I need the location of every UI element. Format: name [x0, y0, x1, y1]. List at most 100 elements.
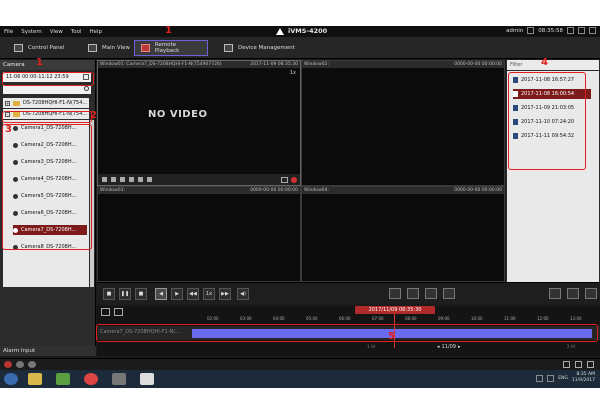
fast-button[interactable]: ▶▶: [219, 288, 231, 300]
control-panel-button[interactable]: Control Panel: [8, 40, 70, 56]
app-title: iVMS-4200: [288, 27, 328, 35]
video-window-2[interactable]: Window02: 0000-00-00 00:00:00: [301, 60, 505, 186]
timeline-sync-icon[interactable]: [101, 308, 110, 316]
video-window-1[interactable]: Window01: Camera7_DS-7208HQHI-F1-N(75490…: [97, 60, 301, 186]
more-button[interactable]: [585, 288, 597, 299]
tick-label: 05:00: [306, 316, 318, 321]
camera-search-input[interactable]: [3, 85, 91, 94]
slow-button[interactable]: ◀◀: [187, 288, 199, 300]
sound-icon[interactable]: [16, 361, 24, 368]
close-icon[interactable]: [589, 27, 596, 34]
device-management-button[interactable]: Device Management: [218, 40, 301, 56]
annotation-box-timeline: [96, 324, 598, 342]
chrome-icon[interactable]: [84, 373, 98, 385]
timeline-zoom[interactable]: ◂ 11/09 ▸: [437, 344, 460, 350]
window-controls: [98, 174, 300, 185]
tick-label: 07:00: [372, 316, 384, 321]
zoom-out-icon[interactable]: ◂: [437, 344, 440, 350]
tick-label: 04:00: [273, 316, 285, 321]
record-icon[interactable]: [291, 177, 297, 183]
hikvision-logo-icon: [276, 28, 284, 35]
fullscreen-button[interactable]: [549, 288, 561, 299]
volume-button[interactable]: ◀): [237, 288, 249, 300]
menu-system[interactable]: System: [17, 29, 46, 35]
menu-tool[interactable]: Tool: [67, 29, 86, 35]
window-label: Window04:: [304, 188, 329, 193]
zoom-date: 11/09: [441, 344, 456, 350]
event-icon[interactable]: [28, 361, 36, 368]
zoom-in-icon[interactable]: ▸: [458, 344, 461, 350]
playback-icon: [141, 44, 150, 52]
pause-icon[interactable]: [111, 177, 116, 182]
window-time: 0000-00-00 00:00:00: [454, 62, 502, 67]
expand-icon[interactable]: [575, 361, 582, 368]
annotation-box-device: [2, 111, 92, 123]
remote-playback-button[interactable]: Remote Playback: [134, 40, 208, 56]
collapse-icon[interactable]: [587, 361, 594, 368]
keyboard-icon[interactable]: [536, 374, 544, 382]
menu-help[interactable]: Help: [85, 29, 106, 35]
stop-all-button[interactable]: ■: [135, 288, 147, 300]
window-header: Window04: 0000-00-00 00:00:00: [302, 187, 504, 194]
stop-icon[interactable]: [102, 177, 107, 182]
download-button[interactable]: [425, 288, 437, 299]
language-indicator[interactable]: ENG: [558, 376, 568, 381]
start-icon[interactable]: [4, 373, 18, 385]
window-layout-button[interactable]: [567, 288, 579, 299]
folder-icon: [13, 100, 20, 106]
alarm-icon[interactable]: [4, 361, 12, 368]
tick-label: 09:00: [438, 316, 450, 321]
device-icon: [224, 44, 233, 52]
expand-icon[interactable]: +: [5, 100, 10, 106]
tools-icon[interactable]: [112, 373, 126, 385]
monitor-icon: [88, 44, 97, 52]
taskbar-clock[interactable]: 8:35 AM 11/9/2017: [572, 372, 595, 384]
pin-icon[interactable]: [563, 361, 570, 368]
clip-button[interactable]: [443, 288, 455, 299]
forward-icon[interactable]: [138, 177, 143, 182]
status-bar: [0, 358, 600, 370]
lock-icon[interactable]: [527, 27, 535, 34]
status-right: [563, 361, 594, 368]
annotation-box-date: [2, 72, 94, 86]
app-icon[interactable]: [56, 373, 70, 385]
network-icon[interactable]: [547, 374, 555, 382]
annotation-number: 4: [541, 57, 548, 68]
device-tree-item[interactable]: + DS-7208HQHI-F1-N(754...: [3, 98, 89, 108]
annotation-box-cameras: [2, 124, 92, 250]
video-window-4[interactable]: Window04: 0000-00-00 00:00:00: [301, 186, 505, 282]
rewind-icon[interactable]: [129, 177, 134, 182]
menu-file[interactable]: File: [0, 29, 17, 35]
main-view-button[interactable]: Main View: [82, 40, 136, 56]
user-name[interactable]: admin: [506, 28, 523, 34]
filter-input[interactable]: Filter: [507, 60, 599, 70]
window-header: Window01: Camera7_DS-7208HQHI-F1-N(75490…: [98, 61, 300, 68]
timeline-expand-icon[interactable]: [114, 308, 123, 316]
module-toolbar: Control Panel Main View Remote Playback …: [0, 37, 600, 59]
menu-view[interactable]: View: [46, 29, 67, 35]
frame-icon[interactable]: [120, 177, 125, 182]
search-icon[interactable]: [84, 86, 89, 91]
remote-playback-label: Remote Playback: [154, 42, 180, 54]
layout-button[interactable]: [407, 288, 419, 299]
capture-icon[interactable]: [281, 177, 288, 183]
capture-button[interactable]: [389, 288, 401, 299]
maximize-icon[interactable]: [578, 27, 585, 34]
ivms-taskbar-icon[interactable]: [140, 373, 154, 385]
volume-icon[interactable]: [147, 177, 152, 182]
speed-indicator: 1x: [289, 70, 296, 76]
frame-forward-button[interactable]: ▶: [171, 288, 183, 300]
tick-label: 11:00: [504, 316, 516, 321]
menu-bar: File System View Tool Help iVMS-4200 adm…: [0, 26, 600, 37]
reverse-button[interactable]: ◀: [155, 288, 167, 300]
speed-button[interactable]: 1x: [203, 288, 215, 300]
minimize-icon[interactable]: [567, 27, 574, 34]
timeline-ticks: 02:00 03:00 04:00 05:00 06:00 07:00 08:0…: [97, 316, 600, 324]
no-video-text: NO VIDEO: [148, 109, 208, 120]
pause-button[interactable]: ❚❚: [119, 288, 131, 300]
alarm-input-header[interactable]: Alarm Input: [0, 346, 96, 356]
camera-panel-header: Camera: [0, 60, 95, 70]
stop-button[interactable]: ■: [103, 288, 115, 300]
file-explorer-icon[interactable]: [28, 373, 42, 385]
video-window-3[interactable]: Window03: 0000-00-00 00:00:00: [97, 186, 301, 282]
